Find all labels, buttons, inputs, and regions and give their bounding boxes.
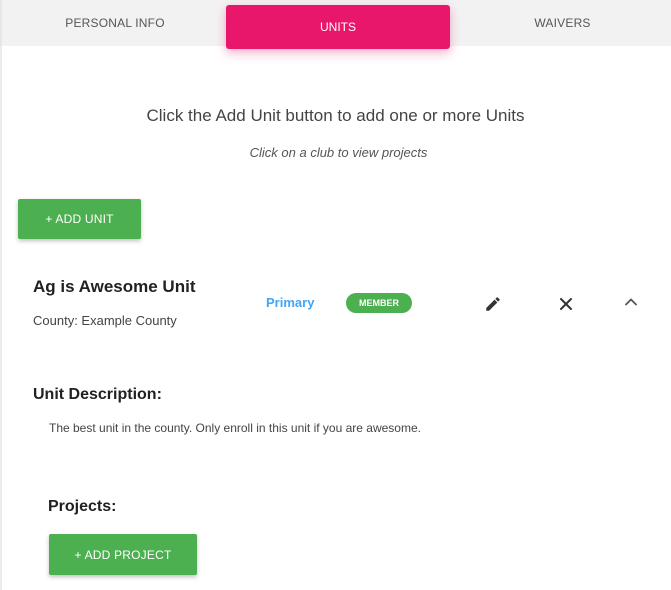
remove-unit-button[interactable] [554,292,578,316]
unit-county: County: Example County [33,313,177,328]
tab-waivers[interactable]: WAIVERS [452,0,671,46]
tab-personal-info[interactable]: PERSONAL INFO [2,0,228,46]
unit-description-text: The best unit in the county. Only enroll… [49,421,421,435]
tab-units[interactable]: UNITS [226,5,450,49]
add-unit-button[interactable]: + ADD UNIT [18,199,141,239]
chevron-up-icon [625,298,637,306]
content-border [0,46,2,590]
projects-heading: Projects: [48,498,117,515]
close-icon [560,298,572,310]
member-badge: MEMBER [346,293,412,313]
edit-unit-button[interactable] [481,292,505,316]
pencil-icon [486,297,500,311]
collapse-unit-button[interactable] [619,290,643,314]
unit-description-heading: Unit Description: [33,386,162,403]
unit-name[interactable]: Ag is Awesome Unit [33,277,195,297]
primary-label: Primary [266,295,315,310]
intro-title: Click the Add Unit button to add one or … [146,106,525,125]
intro-hint: Click on a club to view projects [249,145,428,160]
add-project-button[interactable]: + ADD PROJECT [49,534,197,575]
